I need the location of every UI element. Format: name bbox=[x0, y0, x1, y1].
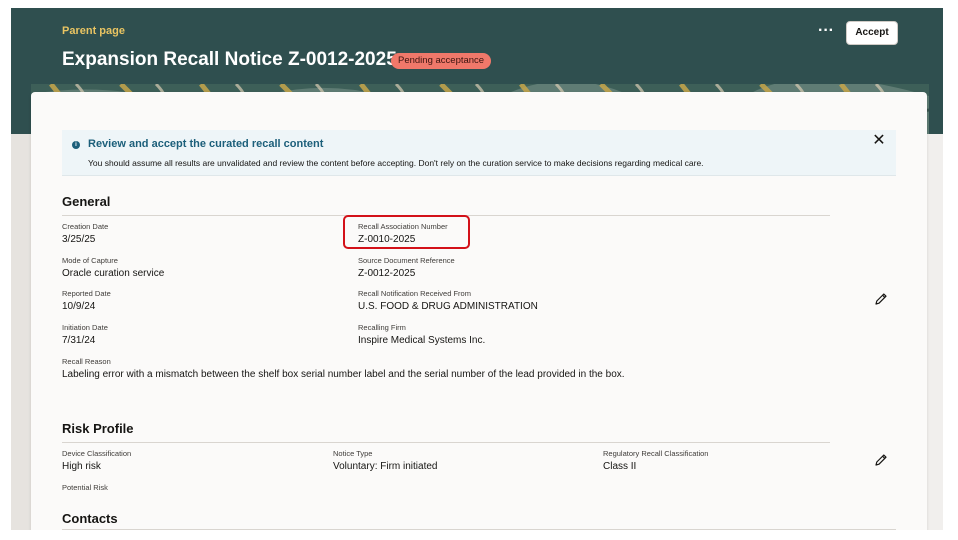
recall-notification-source-field: Recall Notification Received From U.S. F… bbox=[358, 289, 538, 313]
status-badge: Pending acceptance bbox=[391, 53, 492, 69]
field-label: Notice Type bbox=[333, 449, 373, 458]
potential-risk-field: Potential Risk bbox=[62, 483, 108, 494]
contacts-section-title: Contacts bbox=[62, 511, 118, 526]
field-label: Regulatory Recall Classification bbox=[603, 449, 709, 458]
close-icon: ✕ bbox=[872, 132, 886, 149]
field-value: Inspire Medical Systems Inc. bbox=[358, 335, 486, 346]
field-label: Reported Date bbox=[62, 289, 111, 298]
field-value: Oracle curation service bbox=[62, 268, 165, 279]
general-section-title: General bbox=[62, 194, 111, 209]
field-value: 10/9/24 bbox=[62, 301, 96, 312]
parent-page-link[interactable]: Parent page bbox=[62, 25, 125, 37]
field-label: Mode of Capture bbox=[62, 256, 118, 265]
field-value: Labeling error with a mismatch between t… bbox=[62, 369, 625, 380]
info-banner: i Review and accept the curated recall c… bbox=[62, 130, 896, 176]
detail-card: i Review and accept the curated recall c… bbox=[31, 92, 927, 530]
contacts-divider bbox=[62, 529, 896, 530]
pencil-icon[interactable] bbox=[874, 292, 888, 306]
recall-reason-field: Recall Reason Labeling error with a mism… bbox=[62, 357, 642, 381]
reported-date-field: Reported Date 10/9/24 bbox=[62, 289, 111, 313]
risk-profile-section-title: Risk Profile bbox=[62, 421, 134, 436]
field-value: Class II bbox=[603, 461, 637, 472]
accept-button[interactable]: Accept bbox=[846, 21, 898, 45]
field-label: Creation Date bbox=[62, 222, 109, 231]
field-label: Initiation Date bbox=[62, 323, 108, 332]
banner-message: You should assume all results are unvali… bbox=[88, 158, 704, 168]
field-value: Voluntary: Firm initiated bbox=[333, 461, 438, 472]
risk-profile-divider bbox=[62, 442, 830, 443]
recalling-firm-field: Recalling Firm Inspire Medical Systems I… bbox=[358, 323, 485, 347]
field-label: Recall Reason bbox=[62, 357, 111, 366]
field-value: Z-0012-2025 bbox=[358, 268, 416, 279]
source-document-reference-field: Source Document Reference Z-0012-2025 bbox=[358, 256, 455, 280]
field-label: Source Document Reference bbox=[358, 256, 455, 265]
field-label: Recalling Firm bbox=[358, 323, 406, 332]
highlight-box bbox=[343, 215, 470, 249]
page-title: Expansion Recall Notice Z-0012-2025 bbox=[62, 49, 397, 70]
field-value: High risk bbox=[62, 461, 101, 472]
app-frame: Parent page Expansion Recall Notice Z-00… bbox=[11, 8, 943, 530]
more-horizontal-icon: ··· bbox=[818, 22, 834, 39]
field-label: Recall Notification Received From bbox=[358, 289, 471, 298]
info-icon: i bbox=[72, 141, 80, 149]
more-actions-button[interactable]: ··· bbox=[817, 22, 835, 42]
creation-date-field: Creation Date 3/25/25 bbox=[62, 222, 108, 246]
field-label: Device Classification bbox=[62, 449, 132, 458]
banner-title: Review and accept the curated recall con… bbox=[88, 138, 324, 150]
page-margin bbox=[11, 134, 31, 530]
close-banner-button[interactable]: ✕ bbox=[870, 132, 888, 150]
field-value: 7/31/24 bbox=[62, 335, 96, 346]
regulatory-recall-classification-field: Regulatory Recall Classification Class I… bbox=[603, 449, 708, 473]
notice-type-field: Notice Type Voluntary: Firm initiated bbox=[333, 449, 438, 473]
pencil-icon[interactable] bbox=[874, 453, 888, 467]
field-value: U.S. FOOD & DRUG ADMINISTRATION bbox=[358, 301, 538, 312]
device-classification-field: Device Classification High risk bbox=[62, 449, 131, 473]
initiation-date-field: Initiation Date 7/31/24 bbox=[62, 323, 108, 347]
field-value: 3/25/25 bbox=[62, 234, 96, 245]
mode-of-capture-field: Mode of Capture Oracle curation service bbox=[62, 256, 164, 280]
field-label: Potential Risk bbox=[62, 483, 108, 492]
